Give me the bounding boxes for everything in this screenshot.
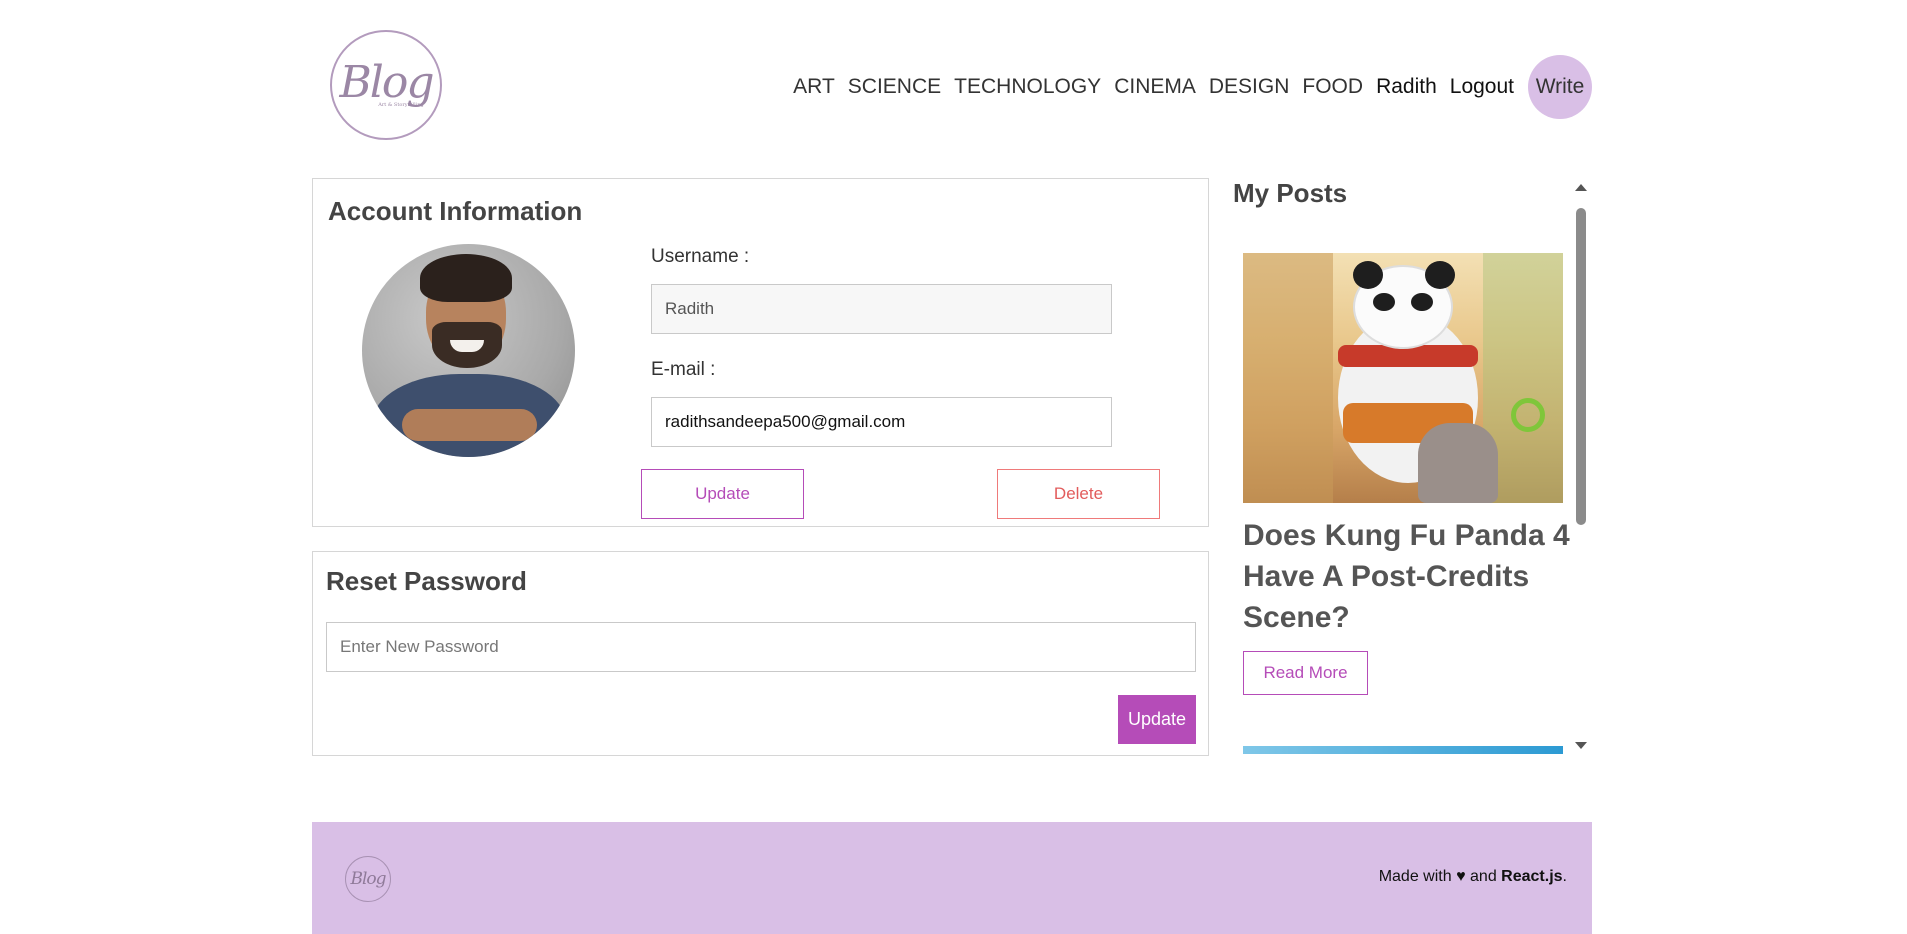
post-title[interactable]: Does Kung Fu Panda 4 Have A Post-Credits… [1243,515,1573,638]
reset-password-card: Reset Password Update [312,551,1209,756]
nav-science[interactable]: SCIENCE [848,75,941,99]
account-information-card: Account Information Username : E-mail : … [312,178,1209,527]
email-field[interactable] [651,397,1112,447]
nav-cinema[interactable]: CINEMA [1114,75,1196,99]
reset-password-title: Reset Password [326,566,527,596]
account-delete-button[interactable]: Delete [997,469,1160,519]
site-footer: Blog Made with ♥ and React.js. [312,822,1592,934]
scroll-down-arrow-icon[interactable] [1575,742,1587,749]
main-nav: ART SCIENCE TECHNOLOGY CINEMA DESIGN FOO… [780,55,1592,119]
write-button[interactable]: Write [1528,55,1592,119]
my-posts-title: My Posts [1233,178,1348,208]
username-label: Username : [651,246,750,267]
password-update-button[interactable]: Update [1118,695,1196,744]
my-posts-panel[interactable]: My Posts Does Kung Fu Panda 4 Have A Pos… [1228,178,1592,754]
email-label: E-mail : [651,359,716,380]
posts-scrollbar[interactable] [1571,184,1590,749]
footer-logo-text: Blog [350,869,386,889]
blog-logo[interactable]: Blog Art & Storytelling [330,30,442,140]
read-more-button[interactable]: Read More [1243,651,1368,695]
footer-made-with: Made with ♥ and [1378,868,1497,885]
site-header: Blog Art & Storytelling ART SCIENCE TECH… [312,0,1592,170]
scroll-up-arrow-icon[interactable] [1575,184,1587,191]
logout-link[interactable]: Logout [1450,75,1514,99]
nav-username[interactable]: Radith [1376,75,1437,99]
scroll-thumb[interactable] [1576,208,1586,525]
nav-design[interactable]: DESIGN [1209,75,1290,99]
post-thumbnail[interactable] [1243,253,1563,503]
logo-subtext: Art & Storytelling [378,101,424,108]
profile-avatar [362,244,575,457]
next-post-thumbnail[interactable] [1243,746,1563,754]
nav-food[interactable]: FOOD [1302,75,1363,99]
footer-credit: Made with ♥ and React.js. [1379,868,1567,886]
new-password-field[interactable] [326,622,1196,672]
nav-art[interactable]: ART [793,75,835,99]
footer-react-label: React.js [1501,868,1563,885]
username-field[interactable] [651,284,1112,334]
account-update-button[interactable]: Update [641,469,804,519]
logo-text: Blog [339,56,434,108]
footer-period: . [1562,868,1567,885]
account-information-title: Account Information [328,196,583,226]
footer-logo[interactable]: Blog [345,856,391,902]
nav-technology[interactable]: TECHNOLOGY [954,75,1101,99]
